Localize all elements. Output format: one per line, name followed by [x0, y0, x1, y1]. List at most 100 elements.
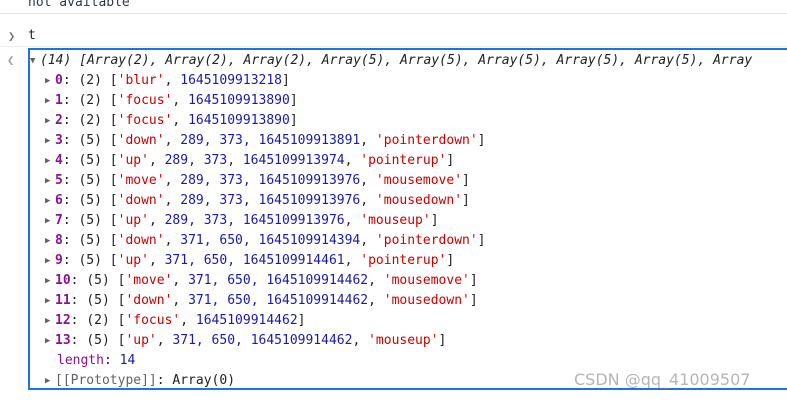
- item-event-name: 'pointerup': [360, 253, 447, 268]
- triangle-right-icon[interactable]: ▶: [45, 291, 55, 311]
- array-item-row[interactable]: ▶ 13: (5) ['up', 371, 650, 1645109914462,…: [45, 331, 446, 351]
- item-values: 371, 650, 1645109914462: [188, 273, 369, 288]
- triangle-right-icon[interactable]: ▶: [45, 131, 55, 151]
- item-length: (5): [78, 193, 102, 208]
- item-index: 7: [55, 213, 63, 228]
- item-type: 'up': [117, 253, 149, 268]
- item-length: (5): [78, 133, 102, 148]
- prototype-row[interactable]: ▶ [[Prototype]]: Array(0): [45, 371, 235, 391]
- triangle-right-icon[interactable]: ▶: [45, 311, 55, 331]
- item-values: 289, 373, 1645109913974: [164, 153, 345, 168]
- triangle-right-icon[interactable]: ▶: [45, 111, 55, 131]
- triangle-right-icon[interactable]: ▶: [45, 371, 55, 391]
- prototype-key: [[Prototype]]: [55, 373, 157, 388]
- item-values: 1645109913218: [180, 73, 282, 88]
- item-length: (5): [78, 233, 102, 248]
- item-values: 1645109913890: [188, 113, 290, 128]
- triangle-right-icon[interactable]: ▶: [45, 151, 55, 171]
- item-event-name: 'pointerup': [360, 153, 447, 168]
- item-values: 371, 650, 1645109914462: [172, 333, 353, 348]
- triangle-right-icon[interactable]: ▶: [45, 251, 55, 271]
- array-item-row[interactable]: ▶ 1: (2) ['focus', 1645109913890]: [45, 91, 298, 111]
- chevron-left-icon: ❮: [7, 53, 15, 67]
- chevron-right-icon: ❯: [8, 29, 16, 43]
- item-index: 12: [55, 313, 71, 328]
- item-event-name: 'mousemove': [383, 273, 470, 288]
- item-event-name: 'mousedown': [375, 193, 463, 208]
- array-item-row[interactable]: ▶ 5: (5) ['move', 289, 373, 1645109913976…: [45, 171, 470, 191]
- array-item-row[interactable]: ▶ 11: (5) ['down', 371, 650, 164510991446…: [45, 291, 478, 311]
- item-values: 371, 650, 1645109914394: [180, 233, 361, 248]
- item-index: 1: [55, 93, 63, 108]
- item-type: 'focus': [125, 313, 181, 328]
- item-length: (5): [86, 273, 110, 288]
- array-item-row[interactable]: ▶ 8: (5) ['down', 371, 650, 1645109914394…: [45, 231, 486, 251]
- item-type: 'up': [125, 333, 157, 348]
- triangle-right-icon[interactable]: ▶: [45, 211, 55, 231]
- length-key: length: [57, 353, 104, 368]
- triangle-right-icon[interactable]: ▶: [45, 331, 55, 351]
- previous-output-line: not available: [0, 0, 787, 14]
- array-item-row[interactable]: ▶ 2: (2) ['focus', 1645109913890]: [45, 111, 298, 131]
- item-type: 'up': [117, 213, 149, 228]
- array-item-row[interactable]: ▶ 3: (5) ['down', 289, 373, 1645109913891…: [45, 131, 486, 151]
- triangle-right-icon[interactable]: ▶: [45, 171, 55, 191]
- item-index: 10: [55, 273, 71, 288]
- item-length: (2): [86, 313, 110, 328]
- length-row: length: 14: [57, 353, 136, 368]
- item-values: 371, 650, 1645109914462: [188, 293, 369, 308]
- triangle-right-icon[interactable]: ▶: [45, 91, 55, 111]
- triangle-right-icon[interactable]: ▶: [45, 231, 55, 251]
- array-item-row[interactable]: ▶ 4: (5) ['up', 289, 373, 1645109913974, …: [45, 151, 454, 171]
- item-values: 1645109913890: [188, 93, 290, 108]
- item-type: 'down': [117, 193, 165, 208]
- item-length: (5): [78, 213, 102, 228]
- item-type: 'down': [117, 133, 165, 148]
- item-index: 2: [55, 113, 63, 128]
- triangle-down-icon[interactable]: ▼: [30, 51, 40, 71]
- array-item-row[interactable]: ▶ 7: (5) ['up', 289, 373, 1645109913976, …: [45, 211, 439, 231]
- console-command: t: [28, 28, 36, 43]
- item-event-name: 'mousemove': [375, 173, 463, 188]
- item-type: 'down': [117, 233, 165, 248]
- array-item-row[interactable]: ▶ 9: (5) ['up', 371, 650, 1645109914461, …: [45, 251, 454, 271]
- array-summary: (14) [Array(2), Array(2), Array(2), Arra…: [40, 53, 753, 68]
- triangle-right-icon[interactable]: ▶: [45, 71, 55, 91]
- item-index: 6: [55, 193, 63, 208]
- array-summary-row[interactable]: ▼ (14) [Array(2), Array(2), Array(2), Arr…: [30, 51, 752, 71]
- item-event-name: 'pointerdown': [375, 133, 478, 148]
- item-type: 'move': [125, 273, 173, 288]
- item-event-name: 'mouseup': [360, 213, 431, 228]
- array-item-row[interactable]: ▶ 6: (5) ['down', 289, 373, 1645109913976…: [45, 191, 470, 211]
- item-length: (5): [78, 173, 102, 188]
- item-index: 13: [55, 333, 71, 348]
- item-index: 11: [55, 293, 71, 308]
- triangle-right-icon[interactable]: ▶: [45, 191, 55, 211]
- length-value: 14: [119, 353, 136, 368]
- item-type: 'move': [117, 173, 165, 188]
- item-index: 4: [55, 153, 63, 168]
- item-length: (5): [78, 253, 102, 268]
- item-values: 289, 373, 1645109913891: [180, 133, 361, 148]
- item-type: 'focus': [117, 93, 173, 108]
- triangle-right-icon[interactable]: ▶: [45, 271, 55, 291]
- item-length: (2): [78, 93, 102, 108]
- item-values: 371, 650, 1645109914461: [164, 253, 345, 268]
- console-input-line[interactable]: ❯ t: [0, 26, 787, 47]
- item-values: 1645109914462: [195, 313, 298, 328]
- item-values: 289, 373, 1645109913976: [180, 193, 361, 208]
- watermark: CSDN @qq_41009507: [574, 370, 751, 389]
- item-length: (2): [78, 73, 102, 88]
- item-index: 9: [55, 253, 63, 268]
- item-type: 'up': [117, 153, 149, 168]
- item-length: (2): [78, 113, 102, 128]
- item-type: 'focus': [117, 113, 173, 128]
- item-index: 5: [55, 173, 63, 188]
- array-item-row[interactable]: ▶ 12: (2) ['focus', 1645109914462]: [45, 311, 305, 331]
- item-type: 'down': [125, 293, 173, 308]
- array-item-row[interactable]: ▶ 0: (2) ['blur', 1645109913218]: [45, 71, 290, 91]
- item-length: (5): [86, 333, 110, 348]
- item-event-name: 'pointerdown': [375, 233, 478, 248]
- item-event-name: 'mouseup': [368, 333, 439, 348]
- array-item-row[interactable]: ▶ 10: (5) ['move', 371, 650, 164510991446…: [45, 271, 478, 291]
